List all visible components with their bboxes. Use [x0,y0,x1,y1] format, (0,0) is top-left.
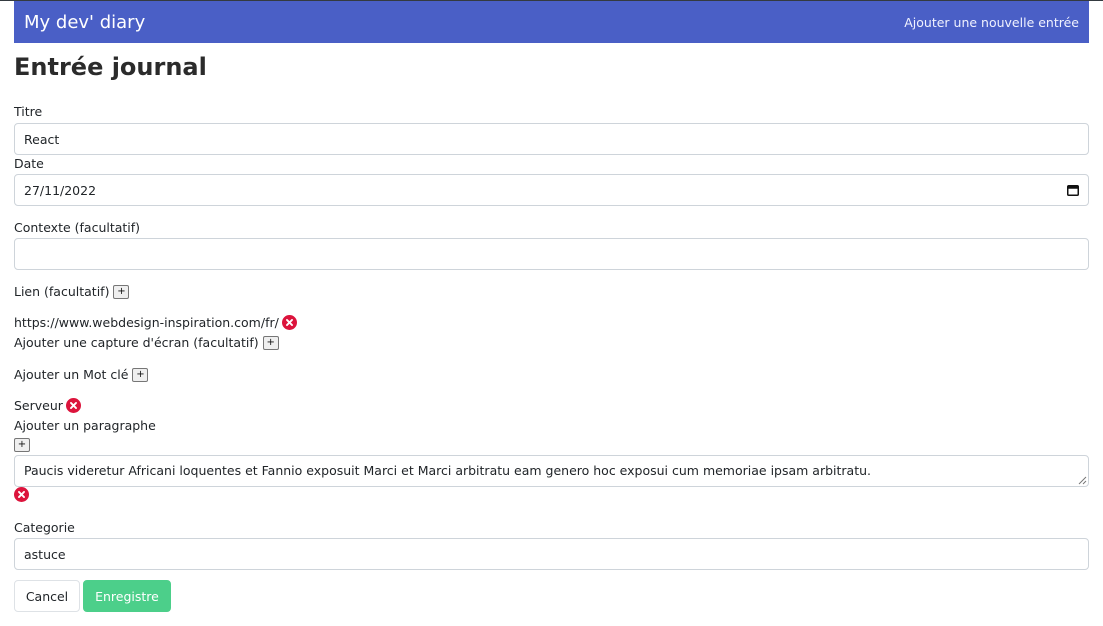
keyword-label-row: Ajouter un Mot clé + [14,367,149,382]
title-label: Titre [14,104,43,119]
navbar: My dev' diary Ajouter une nouvelle entré… [14,1,1089,43]
cancel-button[interactable]: Cancel [14,580,80,612]
close-circle-icon[interactable] [14,487,29,502]
page-title: Entrée journal [14,53,207,81]
close-circle-icon[interactable] [65,398,81,413]
screenshot-label: Ajouter une capture d'écran (facultatif) [14,335,259,350]
category-label: Categorie [14,520,75,535]
screenshot-label-row: Ajouter une capture d'écran (facultatif)… [14,335,279,350]
close-circle-icon[interactable] [281,315,297,330]
link-label: Lien (facultatif) [14,284,110,299]
paragraph-textarea[interactable]: Paucis videretur Africani loquentes et F… [14,455,1089,487]
add-link-button[interactable]: + [113,284,130,299]
link-item-text: https://www.webdesign-inspiration.com/fr… [14,315,279,330]
add-keyword-button[interactable]: + [132,367,149,382]
keyword-item-text: Serveur [14,398,63,413]
paragraph-label: Ajouter un paragraphe [14,418,156,433]
add-paragraph-button[interactable]: + [14,438,30,452]
brand-link[interactable]: My dev' diary [24,12,145,33]
paragraph-add-row: + [10,438,30,452]
add-entry-link[interactable]: Ajouter une nouvelle entrée [904,15,1079,30]
context-label: Contexte (facultatif) [14,220,141,235]
date-label: Date [14,156,44,171]
category-input[interactable] [14,538,1089,570]
save-button[interactable]: Enregistre [83,580,171,612]
date-value: 27/11/2022 [24,182,97,198]
calendar-icon[interactable] [1067,184,1079,196]
keyword-label: Ajouter un Mot clé [14,367,129,382]
link-label-row: Lien (facultatif) + [14,284,130,299]
keyword-item: Serveur [14,398,81,413]
context-input[interactable] [14,238,1089,270]
title-input[interactable] [14,123,1089,155]
resize-handle-icon[interactable] [1078,476,1087,485]
date-input[interactable]: 27/11/2022 [14,174,1089,206]
link-item: https://www.webdesign-inspiration.com/fr… [14,315,297,330]
add-screenshot-button[interactable]: + [262,335,279,350]
